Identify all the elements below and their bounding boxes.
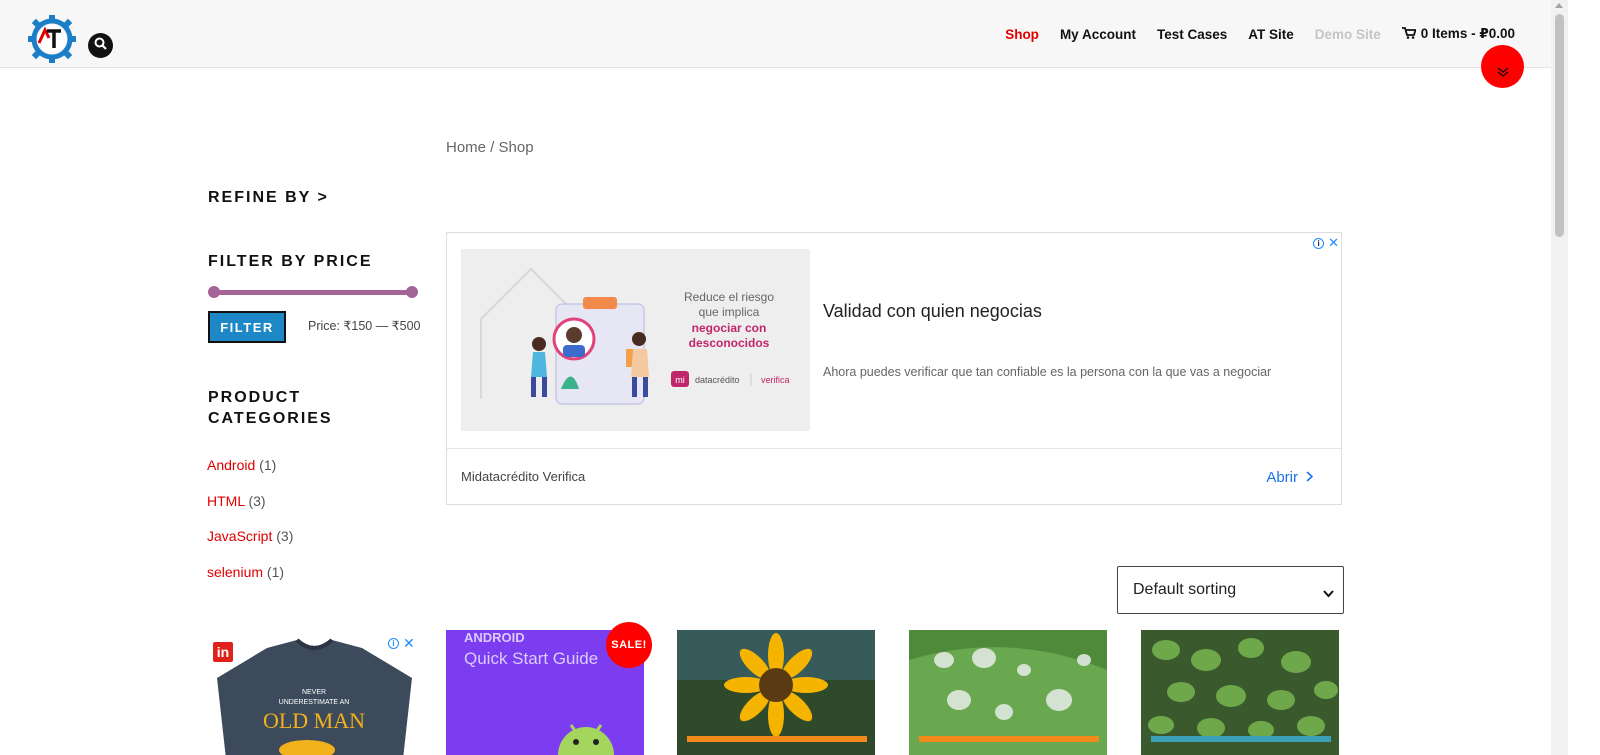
scroll-down-button[interactable] [1481,45,1524,88]
ad-description: Ahora puedes verificar que tan confiable… [823,365,1272,379]
ad-image-text-3: negociar con [692,321,767,335]
display-ad[interactable]: Reduce el riesgo que implica negociar co… [446,232,1342,505]
price-slider[interactable] [208,286,418,298]
sidebar-ad[interactable]: NEVER UNDERESTIMATE AN OLD MAN in i ✕ [207,630,417,755]
scroll-up-arrow[interactable] [1555,3,1563,8]
category-item: Android (1) [207,457,276,473]
double-chevron-down-icon [1497,67,1509,88]
scrollbar-thumb[interactable] [1555,14,1564,237]
ad-image-text-1: Reduce el riesgo [684,290,774,304]
tshirt-image: NEVER UNDERESTIMATE AN OLD MAN [217,638,412,755]
price-slider-min-handle[interactable] [208,286,220,298]
filter-price-heading: FILTER BY PRICE [208,253,373,270]
shirt-text-line2: UNDERESTIMATE AN [279,699,350,706]
ad-image-brand: datacrédito [695,375,740,385]
search-button[interactable] [88,33,113,58]
refine-heading: REFINE BY > [208,189,329,206]
category-count: (3) [276,528,294,544]
price-slider-range [214,290,412,295]
chevron-right-icon [1306,469,1314,486]
product-thumbnail [677,630,875,755]
nav-shop[interactable]: Shop [1005,27,1039,42]
sort-select[interactable]: Default sorting [1117,566,1344,614]
category-item: JavaScript (3) [207,528,293,544]
product-card-leaves[interactable] [1141,630,1339,755]
site-header: Shop My Account Test Cases AT Site Demo … [0,0,1551,68]
ad-image-text-2: que implica [699,305,760,319]
svg-text:mi: mi [675,375,685,385]
search-icon [94,37,107,55]
categories-heading-line2: CATEGORIES [208,410,333,427]
chevron-down-icon [1323,585,1334,603]
ad-divider [447,448,1341,449]
main-nav: Shop My Account Test Cases AT Site Demo … [984,26,1515,42]
ad-choices[interactable]: i ✕ [388,635,415,652]
price-slider-max-handle[interactable] [406,286,418,298]
product-thumb-text-2: Quick Start Guide [464,649,598,668]
sort-selected-value: Default sorting [1133,581,1237,598]
product-card-water-drops[interactable] [909,630,1107,755]
shirt-text-line1: NEVER [302,689,326,696]
product-thumb-text-1: ANDROID [464,630,525,645]
close-icon[interactable]: ✕ [1328,235,1339,251]
nav-demo-site[interactable]: Demo Site [1315,27,1381,42]
category-count: (3) [248,493,266,509]
ad-image-brand-2: verifica [761,375,790,385]
category-item: HTML (3) [207,493,266,509]
category-link-html[interactable]: HTML [207,493,245,509]
category-item: selenium (1) [207,564,284,580]
nav-at-site[interactable]: AT Site [1248,27,1294,42]
shirt-text-line3: OLD MAN [263,708,365,733]
category-link-javascript[interactable]: JavaScript [207,528,272,544]
breadcrumb: Home / Shop [446,139,534,156]
info-icon: i [388,638,399,649]
linkedin-icon: in [213,642,233,662]
ad-choices[interactable]: i ✕ [1313,235,1339,251]
nav-cart[interactable]: 0 Items - ₽0.00 [1401,26,1515,42]
price-range-label: Price: ₹150 — ₹500 [308,319,421,333]
cart-icon [1401,26,1417,42]
info-icon[interactable]: i [1313,237,1325,249]
ad-open-button[interactable]: Abrir [1266,469,1314,486]
ad-image: Reduce el riesgo que implica negociar co… [461,249,810,431]
categories-heading: PRODUCT CATEGORIES [208,389,333,428]
ad-image-text-4: desconocidos [689,336,770,350]
cart-label: 0 Items - ₽0.00 [1420,26,1515,41]
category-link-selenium[interactable]: selenium [207,564,263,580]
category-count: (1) [259,457,277,473]
close-icon[interactable]: ✕ [403,635,415,652]
category-link-android[interactable]: Android [207,457,255,473]
category-count: (1) [266,564,285,580]
filter-button[interactable]: FILTER [208,311,286,343]
ad-title[interactable]: Validad con quien negocias [823,301,1042,322]
ad-advertiser[interactable]: Midatacrédito Verifica [461,469,585,484]
page-scrollbar[interactable] [1551,0,1568,755]
product-thumbnail [1141,630,1339,755]
ad-open-label: Abrir [1266,469,1298,486]
site-logo[interactable] [27,14,77,64]
sale-badge: SALE! [606,622,652,668]
nav-test-cases[interactable]: Test Cases [1157,27,1227,42]
nav-my-account[interactable]: My Account [1060,27,1136,42]
product-card-sunflower[interactable] [677,630,875,755]
product-thumbnail [909,630,1107,755]
categories-heading-line1: PRODUCT [208,389,302,406]
